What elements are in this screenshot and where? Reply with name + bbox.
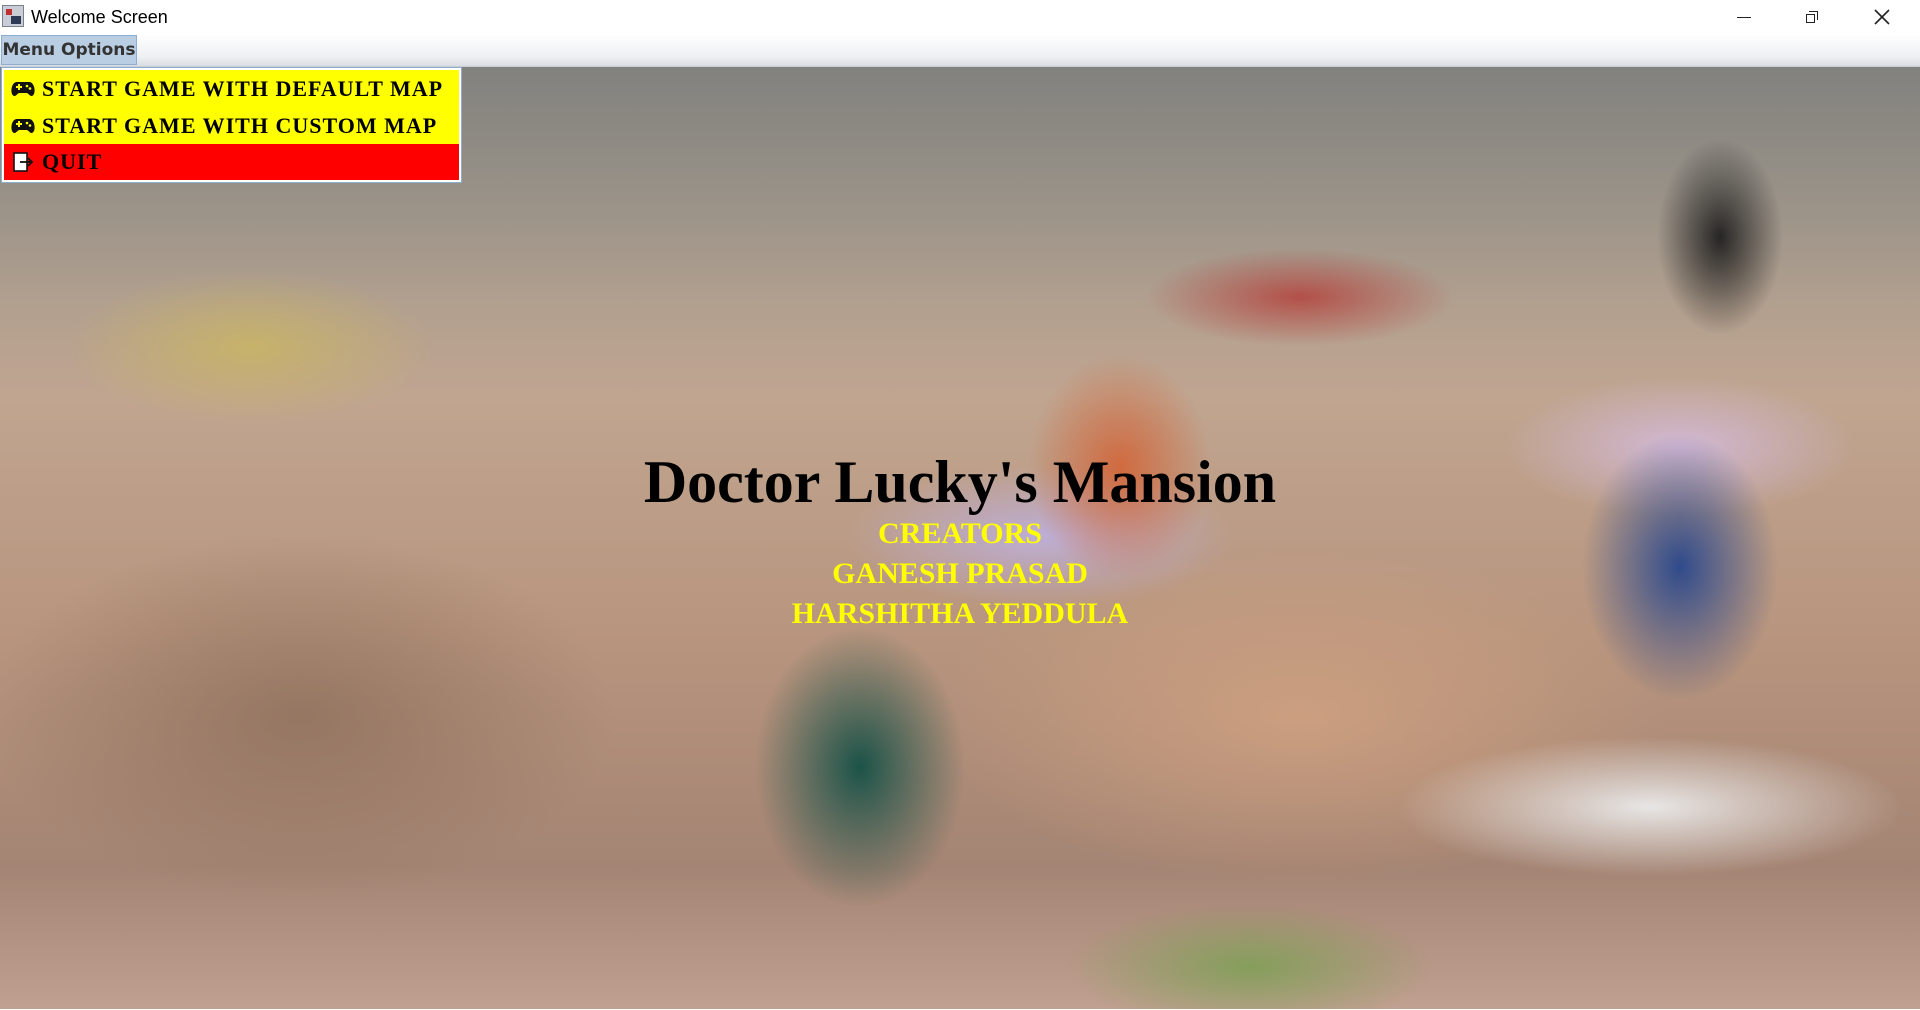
menu-options-dropdown: START GAME WITH DEFAULT MAP START GAME W… <box>1 67 462 183</box>
window-title: Welcome Screen <box>31 7 168 27</box>
menu-item-label: QUIT <box>42 149 103 174</box>
app-icon <box>2 5 24 27</box>
close-button[interactable] <box>1848 0 1916 33</box>
gamepad-icon <box>10 113 36 139</box>
menu-options[interactable]: Menu Options <box>1 35 137 65</box>
exit-icon <box>10 149 36 175</box>
title-block: Doctor Lucky's Mansion CREATORS GANESH P… <box>0 452 1920 634</box>
close-icon <box>1874 8 1890 25</box>
minimize-button[interactable] <box>1710 0 1778 33</box>
start-default-map-item[interactable]: START GAME WITH DEFAULT MAP <box>4 70 459 107</box>
credits-heading: CREATORS <box>878 517 1042 550</box>
creator-name: HARSHITHA YEDDULA <box>791 597 1129 630</box>
title-bar: Welcome Screen <box>0 0 1920 35</box>
game-title: Doctor Lucky's Mansion <box>643 449 1277 515</box>
menu-bar: Menu Options <box>0 34 1920 67</box>
welcome-window: Welcome Screen Menu Options Doctor Lucky… <box>0 0 1920 1010</box>
quit-item[interactable]: QUIT <box>4 144 459 180</box>
start-custom-map-item[interactable]: START GAME WITH CUSTOM MAP <box>4 107 459 144</box>
minimize-icon <box>1737 17 1751 18</box>
restore-button[interactable] <box>1778 0 1846 33</box>
menu-item-label: START GAME WITH DEFAULT MAP <box>42 75 444 101</box>
menu-item-label: START GAME WITH CUSTOM MAP <box>42 112 438 138</box>
gamepad-icon <box>10 76 36 102</box>
creator-name: GANESH PRASAD <box>832 557 1088 590</box>
restore-icon <box>1806 10 1818 23</box>
